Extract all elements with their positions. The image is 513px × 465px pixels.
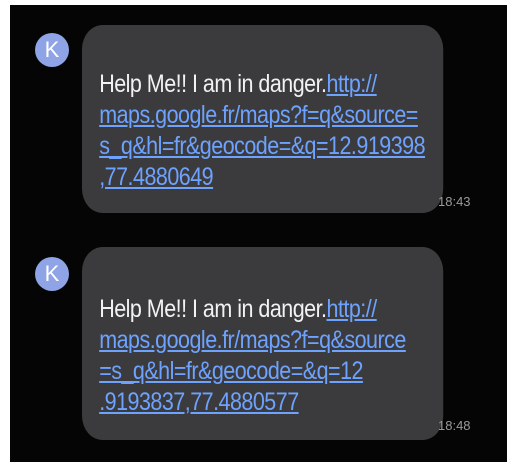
message-bubble[interactable]: Help Me!! I am in danger.http:// maps.go… [82,247,444,440]
conversation-view: K Help Me!! I am in danger.http:// maps.… [10,5,507,462]
location-link[interactable]: =s_q&hl=fr&geocode=&q=12 [99,356,443,387]
location-link[interactable]: http:// [327,295,378,323]
location-link[interactable]: maps.google.fr/maps?f=q&source= [99,100,443,131]
message-text: Help Me!! I am in danger. [99,295,327,323]
sender-avatar[interactable]: K [35,257,69,291]
location-link[interactable]: http:// [327,70,378,98]
message-text: Help Me!! I am in danger. [99,70,327,98]
location-link[interactable]: s_q&hl=fr&geocode=&q=12.919398 [99,131,443,162]
message-timestamp: 18:48 [438,418,471,433]
location-link[interactable]: .9193837,77.4880577 [99,387,443,418]
message-bubble[interactable]: Help Me!! I am in danger.http:// maps.go… [82,25,444,213]
location-link[interactable]: ,77.4880649 [99,162,443,193]
sender-avatar[interactable]: K [35,33,69,67]
message-timestamp: 18:43 [438,194,471,209]
location-link[interactable]: maps.google.fr/maps?f=q&source [99,325,443,356]
